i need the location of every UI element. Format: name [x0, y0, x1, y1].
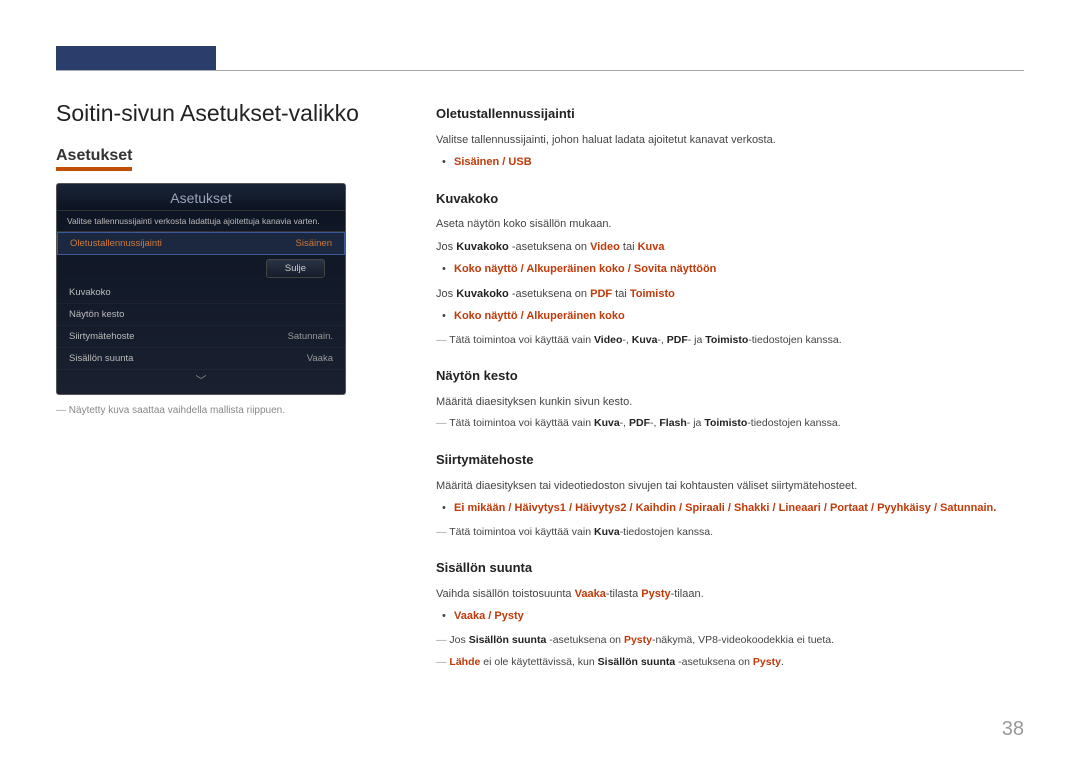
left-column: Soitin-sivun Asetukset-valikko Asetukset…	[56, 100, 396, 676]
page-number: 38	[1002, 718, 1024, 741]
header-accent-bar	[56, 46, 216, 70]
settings-panel-description: Valitse tallennussijainti verkosta ladat…	[57, 211, 345, 232]
section-heading: Asetukset	[56, 147, 396, 171]
settings-row-transition-effect[interactable]: Siirtymätehoste Satunnain.	[57, 326, 345, 348]
desc-picture-size: Aseta näytön koko sisällön mukaan.	[436, 216, 1024, 233]
options-transition-effect: Ei mikään / Häivytys1 / Häivytys2 / Kaih…	[436, 500, 1024, 517]
settings-row-screen-duration[interactable]: Näytön kesto	[57, 304, 345, 326]
desc-screen-duration: Määritä diaesityksen kunkin sivun kesto.	[436, 394, 1024, 411]
note-screen-duration: Tätä toimintoa voi käyttää vain Kuva-, P…	[436, 416, 1024, 432]
desc-transition-effect: Määritä diaesityksen tai videotiedoston …	[436, 478, 1024, 495]
right-column: Oletustallennussijainti Valitse tallennu…	[436, 100, 1024, 676]
heading-default-storage: Oletustallennussijainti	[436, 104, 1024, 124]
line-picture-size-pdf-office: Jos Kuvakoko -asetuksena on PDF tai Toim…	[436, 286, 1024, 303]
desc-default-storage: Valitse tallennussijainti, johon haluat …	[436, 132, 1024, 149]
heading-content-orientation: Sisällön suunta	[436, 558, 1024, 578]
chevron-down-icon[interactable]: ﹀	[57, 370, 345, 394]
heading-screen-duration: Näytön kesto	[436, 366, 1024, 386]
options-default-storage: Sisäinen / USB	[436, 154, 1024, 171]
note-content-orientation-2: Lähde ei ole käytettävissä, kun Sisällön…	[436, 655, 1024, 671]
settings-row-picture-size[interactable]: Kuvakoko	[57, 282, 345, 304]
note-content-orientation-1: Jos Sisällön suunta -asetuksena on Pysty…	[436, 633, 1024, 649]
note-transition-effect: Tätä toimintoa voi käyttää vain Kuva-tie…	[436, 525, 1024, 541]
options-picture-size-2: Koko näyttö / Alkuperäinen koko	[436, 308, 1024, 325]
settings-row-content-orientation[interactable]: Sisällön suunta Vaaka	[57, 348, 345, 370]
page-title: Soitin-sivun Asetukset-valikko	[56, 100, 396, 127]
desc-content-orientation: Vaihda sisällön toistosuunta Vaaka-tilas…	[436, 586, 1024, 603]
heading-transition-effect: Siirtymätehoste	[436, 450, 1024, 470]
options-content-orientation: Vaaka / Pysty	[436, 608, 1024, 625]
panel-caption: Näytetty kuva saattaa vaihdella mallista…	[56, 405, 396, 416]
settings-panel-title: Asetukset	[57, 184, 345, 211]
options-picture-size-1: Koko näyttö / Alkuperäinen koko / Sovita…	[436, 261, 1024, 278]
note-picture-size: Tätä toimintoa voi käyttää vain Video-, …	[436, 333, 1024, 349]
header-rule	[56, 70, 1024, 71]
close-button[interactable]: Sulje	[266, 259, 325, 278]
settings-panel: Asetukset Valitse tallennussijainti verk…	[56, 183, 346, 395]
settings-close-row: Sulje	[57, 255, 345, 282]
heading-picture-size: Kuvakoko	[436, 189, 1024, 209]
line-picture-size-video-image: Jos Kuvakoko -asetuksena on Video tai Ku…	[436, 239, 1024, 256]
settings-row-default-storage[interactable]: Oletustallennussijainti Sisäinen	[57, 232, 345, 255]
